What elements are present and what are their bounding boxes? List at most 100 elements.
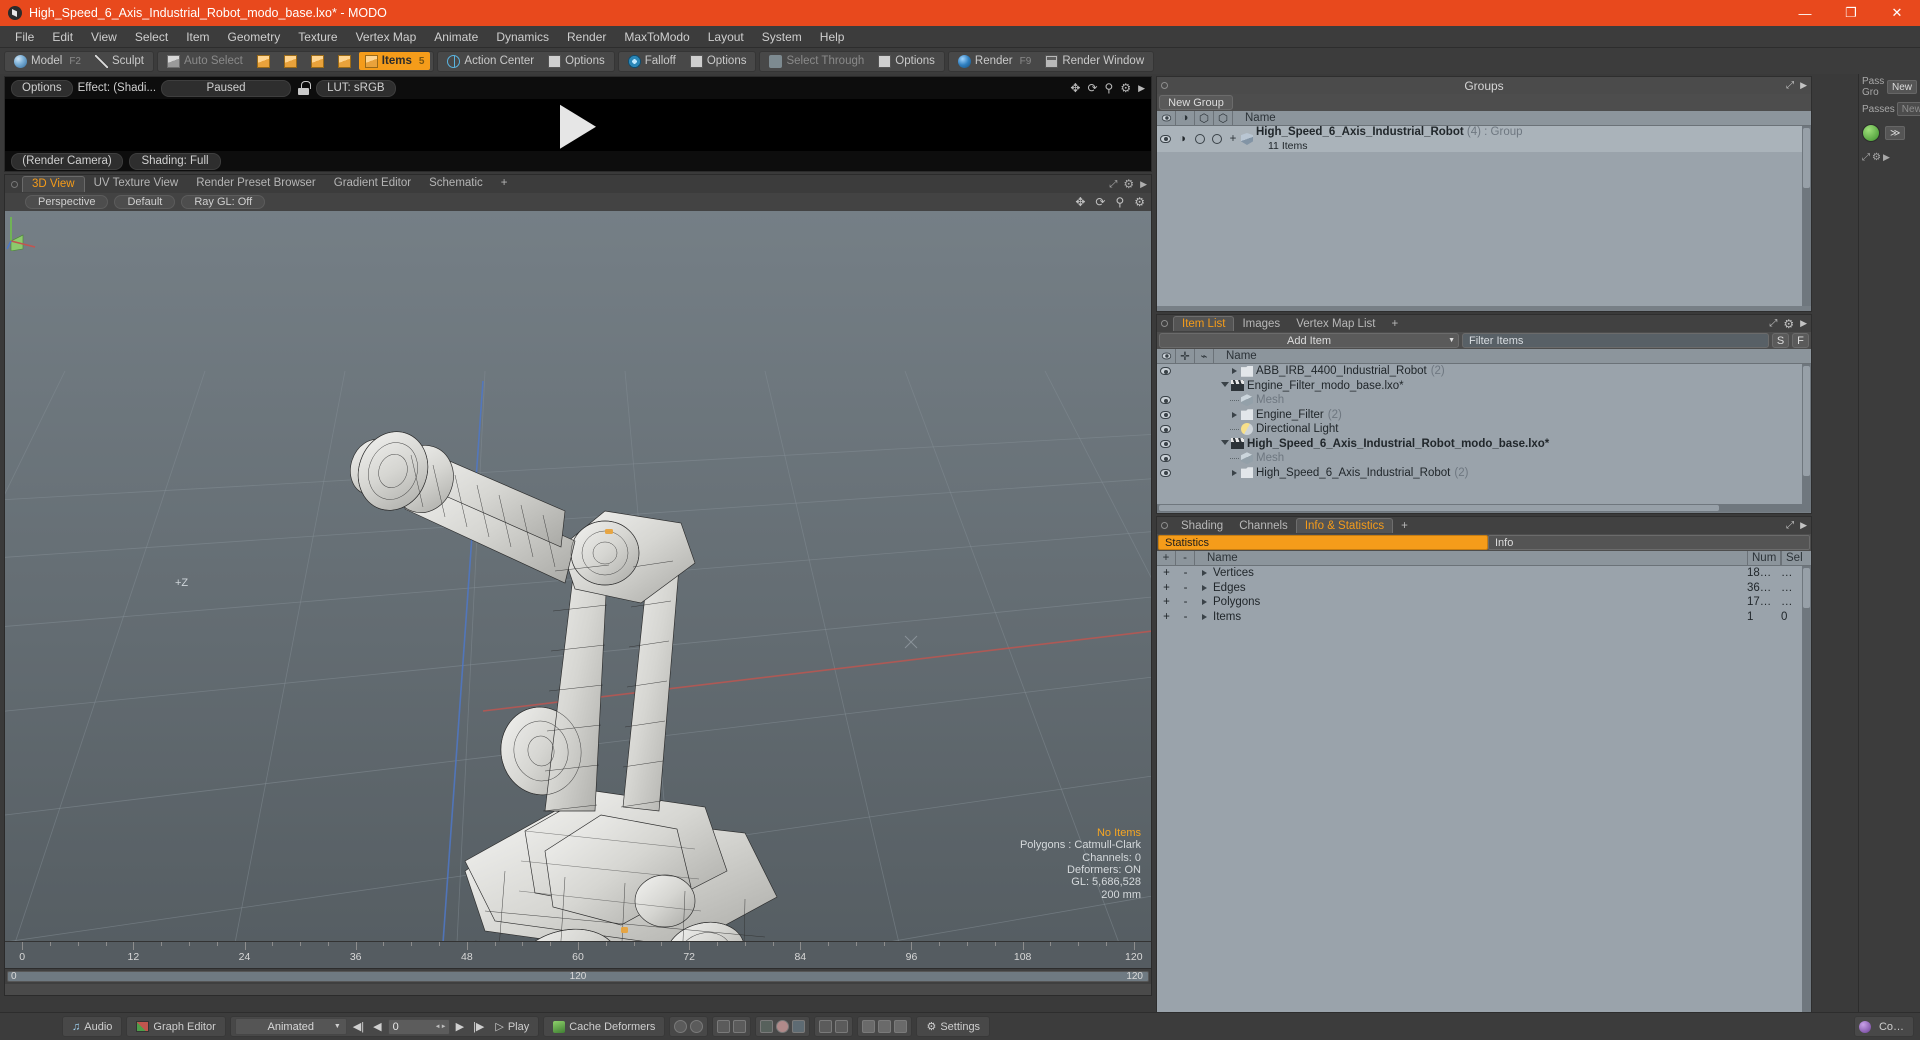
menu-item-texture[interactable]: Texture bbox=[289, 28, 346, 46]
next-key-icon[interactable] bbox=[733, 1020, 747, 1033]
gear-icon[interactable]: ⚙ bbox=[1123, 177, 1134, 191]
viewport-tab-uv-texture-view[interactable]: UV Texture View bbox=[85, 176, 188, 192]
zoom-icon[interactable]: ⚲ bbox=[1115, 195, 1124, 209]
menu-item-help[interactable]: Help bbox=[811, 28, 854, 46]
menu-item-file[interactable]: File bbox=[6, 28, 43, 46]
expand-icon[interactable]: ⤢ bbox=[1862, 152, 1870, 163]
range-start-icon[interactable] bbox=[819, 1020, 833, 1033]
item-list-add-tab-button[interactable]: + bbox=[1383, 316, 1406, 331]
timeline[interactable]: 0 12 24 36 48 60 72 84 96 108 120 0 120 120 bbox=[5, 941, 1151, 995]
refresh-icon[interactable]: ⟳ bbox=[1087, 81, 1097, 95]
render-camera-button[interactable]: (Render Camera) bbox=[11, 152, 123, 170]
expand-triangle-icon[interactable] bbox=[1228, 469, 1241, 476]
stats-remove-button[interactable]: - bbox=[1176, 596, 1195, 608]
graph-editor-button[interactable]: Graph Editor bbox=[131, 1018, 220, 1035]
stats-tab-channels[interactable]: Channels bbox=[1231, 518, 1296, 533]
transform-column-icon[interactable]: ✛ bbox=[1176, 348, 1195, 364]
select-through-options-button[interactable]: Options bbox=[872, 52, 941, 70]
panel-menu-icon[interactable] bbox=[1161, 320, 1168, 327]
expand-icon[interactable]: ⤢ bbox=[1786, 80, 1794, 91]
window-controls[interactable]: — ❐ ✕ bbox=[1782, 0, 1920, 26]
edges-mode-button[interactable] bbox=[278, 52, 303, 70]
row-visibility-toggle[interactable] bbox=[1157, 396, 1174, 405]
chevron-right-icon[interactable]: ▶ bbox=[1800, 520, 1807, 531]
chevron-down-icon[interactable]: ▼ bbox=[1448, 337, 1455, 344]
stats-remove-button[interactable]: - bbox=[1176, 611, 1195, 623]
stats-tab-shading[interactable]: Shading bbox=[1173, 518, 1231, 533]
item-list-row[interactable]: Directional Light bbox=[1157, 422, 1811, 437]
action-center-options-button[interactable]: Options bbox=[542, 52, 611, 70]
viewport-perspective-button[interactable]: Perspective bbox=[25, 195, 109, 209]
expand-icon[interactable]: ⤢ bbox=[1769, 318, 1777, 329]
select-through-button[interactable]: Select Through bbox=[763, 52, 870, 70]
preview-lut-button[interactable]: LUT: sRGB bbox=[316, 79, 396, 97]
expand-icon[interactable]: ⤢ bbox=[1109, 179, 1117, 190]
gear-icon[interactable]: ⚙ bbox=[1134, 195, 1145, 209]
row-visibility-toggle[interactable] bbox=[1157, 425, 1174, 434]
vertices-mode-button[interactable] bbox=[251, 52, 276, 70]
render-button[interactable]: Render F9 bbox=[952, 52, 1037, 70]
viewport-3d[interactable]: +Z No Items Polygons : Catmull-Clark Cha… bbox=[5, 211, 1151, 941]
stats-add-tab-button[interactable]: + bbox=[1393, 518, 1416, 533]
minimize-button[interactable]: — bbox=[1782, 0, 1828, 26]
chevron-right-icon[interactable]: ▶ bbox=[1883, 152, 1890, 163]
statistics-tab-button[interactable]: Statistics bbox=[1158, 535, 1488, 550]
step-back-icon[interactable]: ◀ bbox=[370, 1018, 384, 1035]
row-visibility-toggle[interactable] bbox=[1157, 468, 1174, 477]
item-list-row[interactable]: High_Speed_6_Axis_Industrial_Robot (2) bbox=[1157, 466, 1811, 481]
viewport-tab-render-preset-browser[interactable]: Render Preset Browser bbox=[187, 176, 325, 192]
row-visibility-toggle[interactable] bbox=[1157, 367, 1174, 376]
item-list-scrollbar-horizontal[interactable] bbox=[1157, 504, 1811, 512]
menu-item-animate[interactable]: Animate bbox=[425, 28, 487, 46]
menu-item-system[interactable]: System bbox=[753, 28, 811, 46]
viewport-tab-3d-view[interactable]: 3D View bbox=[22, 176, 85, 192]
timeline-ruler[interactable]: 0 12 24 36 48 60 72 84 96 108 120 bbox=[5, 942, 1151, 968]
add-pass-icon[interactable] bbox=[1862, 124, 1880, 142]
collapse-triangle-icon[interactable] bbox=[1218, 439, 1231, 448]
item-list-row[interactable]: Engine_Filter (2) bbox=[1157, 408, 1811, 423]
expand-triangle-icon[interactable] bbox=[1195, 599, 1213, 606]
ellipse-icon[interactable] bbox=[776, 1020, 790, 1033]
item-list-tab-vertex-map-list[interactable]: Vertex Map List bbox=[1288, 316, 1383, 331]
falloff-button[interactable]: Falloff bbox=[622, 52, 682, 70]
preview-canvas[interactable] bbox=[5, 99, 1151, 151]
stats-tab-info-statistics[interactable]: Info & Statistics bbox=[1295, 518, 1394, 533]
visibility-column-icon[interactable] bbox=[1157, 348, 1176, 364]
go-to-end-icon[interactable]: |▶ bbox=[470, 1018, 487, 1035]
menu-item-view[interactable]: View bbox=[82, 28, 126, 46]
item-list-row[interactable]: Mesh bbox=[1157, 393, 1811, 408]
panel-menu-icon[interactable] bbox=[11, 180, 18, 188]
falloff-options-button[interactable]: Options bbox=[684, 52, 753, 70]
maximize-button[interactable]: ❐ bbox=[1828, 0, 1874, 26]
row-visibility-toggle[interactable] bbox=[1157, 454, 1174, 463]
axis-column-icon[interactable]: ⌁ bbox=[1195, 348, 1214, 364]
item-list-tab-images[interactable]: Images bbox=[1234, 316, 1288, 331]
settings-button[interactable]: ⚙ Settings bbox=[921, 1018, 985, 1035]
menu-item-item[interactable]: Item bbox=[177, 28, 218, 46]
expand-triangle-icon[interactable] bbox=[1195, 570, 1213, 577]
sculpt-mode-button[interactable]: Sculpt bbox=[89, 52, 150, 70]
auto-select-button[interactable]: Auto Select bbox=[161, 52, 249, 70]
preview-options-button[interactable]: Options bbox=[11, 79, 73, 97]
expand-triangle-icon[interactable] bbox=[1228, 368, 1241, 375]
new-group-button[interactable]: New Group bbox=[1159, 95, 1233, 110]
model-mode-button[interactable]: Model F2 bbox=[8, 52, 87, 70]
expand-icon[interactable]: ⤢ bbox=[1786, 520, 1794, 531]
key-create-icon[interactable] bbox=[674, 1020, 688, 1033]
viewport-default-button[interactable]: Default bbox=[114, 195, 176, 209]
expand-triangle-icon[interactable] bbox=[1228, 411, 1241, 418]
render-window-button[interactable]: Render Window bbox=[1039, 52, 1150, 70]
expand-triangle-icon[interactable] bbox=[1195, 613, 1213, 620]
panel-menu-icon[interactable] bbox=[1161, 82, 1168, 89]
items-mode-button[interactable]: Items 5 bbox=[358, 52, 431, 70]
item-list-tab-item-list[interactable]: Item List bbox=[1173, 316, 1235, 331]
key-delete-icon[interactable] bbox=[690, 1020, 704, 1033]
zoom-icon[interactable]: ⚲ bbox=[1105, 81, 1114, 95]
gear-icon[interactable]: ⚙ bbox=[1872, 152, 1881, 163]
lock-column-icon[interactable]: ⬡ bbox=[1195, 110, 1214, 126]
command-label[interactable]: Co… bbox=[1874, 1018, 1909, 1035]
gear-icon[interactable]: ⚙ bbox=[1120, 81, 1131, 95]
row-lock-toggle[interactable] bbox=[1191, 134, 1208, 144]
move-icon[interactable]: ✥ bbox=[1075, 195, 1085, 209]
viewport-ray-gl-off-button[interactable]: Ray GL: Off bbox=[181, 195, 266, 209]
